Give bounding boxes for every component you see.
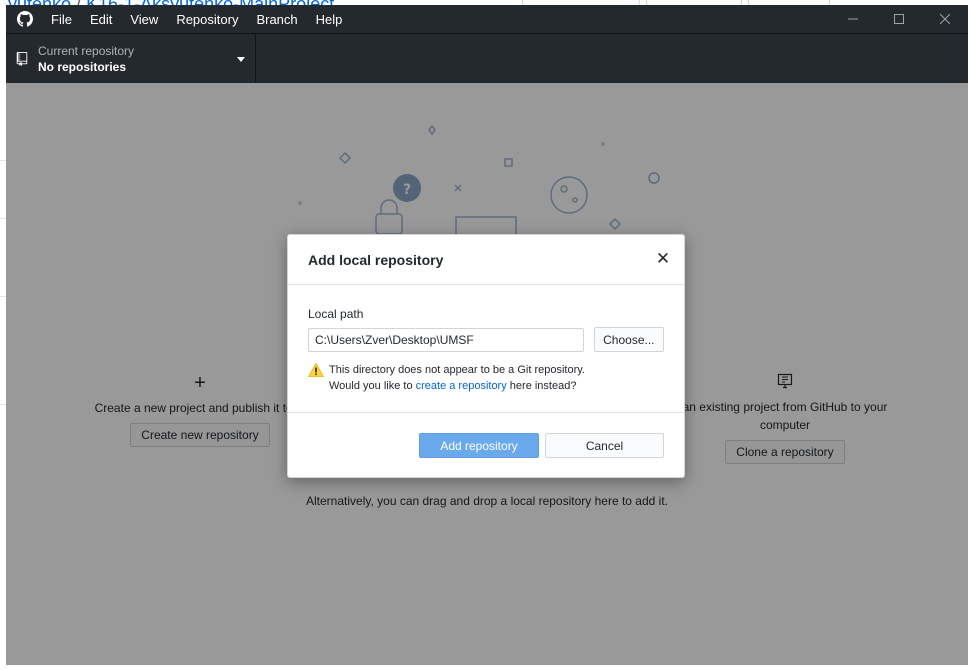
maximize-button[interactable] (876, 5, 922, 33)
dialog-footer: Add repository Cancel (288, 413, 684, 458)
warning-text: This directory does not appear to be a G… (329, 362, 585, 394)
warning-line2: Would you like to create a repository he… (329, 378, 585, 394)
add-repository-button[interactable]: Add repository (419, 433, 539, 458)
menu-bar: File Edit View Repository Branch Help (6, 5, 968, 33)
close-icon (940, 14, 950, 24)
warning-line1: This directory does not appear to be a G… (329, 364, 585, 376)
menu-file[interactable]: File (51, 12, 72, 27)
menu-help[interactable]: Help (316, 12, 343, 27)
warning-line2-prefix: Would you like to (329, 380, 416, 392)
menu-repository[interactable]: Repository (176, 12, 238, 27)
repository-caption: Current repository (38, 43, 135, 58)
warning-message: This directory does not appear to be a G… (308, 362, 664, 394)
dialog-title: Add local repository (308, 251, 444, 268)
warning-icon (308, 363, 324, 377)
current-repository-dropdown[interactable]: Current repository No repositories (6, 34, 256, 84)
warning-line2-suffix: here instead? (506, 380, 577, 392)
close-window-button[interactable] (922, 5, 968, 33)
maximize-icon (894, 14, 904, 24)
minimize-button[interactable] (830, 5, 876, 33)
repo-icon (16, 52, 28, 66)
close-icon[interactable]: ✕ (654, 250, 672, 268)
create-repository-link[interactable]: create a repository (416, 380, 507, 392)
minimize-icon (848, 18, 858, 20)
cancel-button[interactable]: Cancel (545, 433, 664, 458)
local-path-label: Local path (308, 307, 364, 321)
repository-value: No repositories (38, 59, 127, 74)
toolbar: Current repository No repositories (6, 33, 968, 84)
menu-view[interactable]: View (130, 12, 158, 27)
window-controls (830, 5, 968, 33)
local-path-row: Choose... (308, 327, 664, 352)
menu-edit[interactable]: Edit (90, 12, 112, 27)
choose-button[interactable]: Choose... (593, 327, 664, 352)
add-local-repository-dialog: Add local repository ✕ Local path Choose… (287, 234, 685, 478)
local-path-input[interactable] (308, 327, 584, 352)
dialog-header: Add local repository ✕ (288, 235, 684, 285)
repository-text: Current repository No repositories (38, 44, 134, 75)
github-logo-icon (17, 11, 33, 27)
dialog-body: Local path Choose... This directory does… (288, 285, 684, 413)
menu-branch[interactable]: Branch (256, 12, 297, 27)
chevron-down-icon (237, 57, 245, 62)
